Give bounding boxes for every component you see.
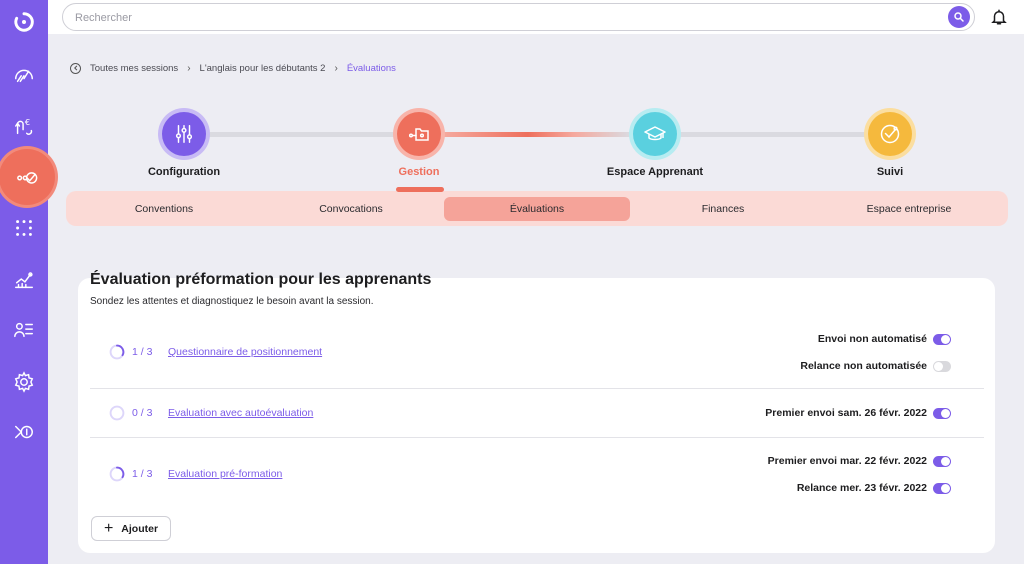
search-input[interactable] (75, 9, 935, 27)
active-step-indicator (396, 187, 444, 192)
back-chevron-icon[interactable] (70, 62, 81, 74)
option-label: Envoi non automatisé (817, 333, 927, 345)
breadcrumb: Toutes mes sessions › L'anglais pour les… (70, 61, 396, 75)
row-divider (90, 388, 984, 389)
step-espace-apprenant[interactable] (629, 108, 681, 160)
option-label: Premier envoi sam. 26 févr. 2022 (765, 407, 927, 419)
app-logo-icon[interactable] (12, 10, 36, 34)
step-label: Configuration (147, 166, 221, 178)
plus-icon: + (103, 519, 114, 537)
breadcrumb-current: Évaluations (346, 62, 396, 74)
section-title: Évaluation préformation pour les apprena… (90, 271, 432, 288)
graduation-cap-icon (644, 126, 666, 141)
grid-dots-icon[interactable] (12, 216, 36, 240)
section-subtitle: Sondez les attentes et diagnostiquez le … (90, 296, 374, 307)
step-label: Espace Apprenant (606, 166, 704, 178)
step-connector (444, 132, 630, 137)
breadcrumb-item-sessions[interactable]: Toutes mes sessions (90, 63, 178, 74)
add-button-label: Ajouter (121, 522, 159, 535)
sliders-icon (175, 125, 193, 143)
tab-evaluations[interactable]: Évaluations (444, 197, 630, 221)
toggle-switch[interactable] (933, 334, 951, 345)
progress-ring (109, 344, 125, 360)
search-bar (62, 3, 975, 31)
tab-espace-entreprise[interactable]: Espace entreprise (816, 197, 1002, 221)
finance-flow-icon[interactable]: € (12, 114, 36, 138)
breadcrumb-separator-icon: › (334, 62, 338, 74)
folder-network-icon (408, 128, 429, 141)
step-connector (208, 132, 394, 137)
evaluation-link[interactable]: Questionnaire de positionnement (168, 346, 322, 358)
response-count: 1 / 3 (132, 468, 153, 480)
response-count: 0 / 3 (132, 407, 153, 419)
step-gestion[interactable] (393, 108, 445, 160)
row-divider (90, 437, 984, 438)
add-evaluation-button[interactable]: + Ajouter (91, 516, 171, 541)
response-count: 1 / 3 (132, 346, 153, 358)
search-icon (954, 12, 964, 22)
step-label: Gestion (398, 166, 440, 178)
option-label: Premier envoi mar. 22 févr. 2022 (767, 455, 927, 467)
evaluation-link[interactable]: Evaluation avec autoévaluation (168, 407, 313, 419)
progress-ring (109, 405, 125, 421)
step-suivi[interactable] (864, 108, 916, 160)
sidebar-item-sessions-active[interactable] (0, 146, 58, 208)
settings-gear-icon[interactable] (12, 370, 36, 394)
notification-bell-icon[interactable] (990, 8, 1008, 26)
breadcrumb-separator-icon: › (187, 62, 191, 74)
breadcrumb-item-course[interactable]: L'anglais pour les débutants 2 (200, 63, 326, 74)
tab-convocations[interactable]: Convocations (258, 197, 444, 221)
billing-coin-icon[interactable] (12, 420, 36, 444)
step-connector (680, 132, 866, 137)
subtab-bar: Conventions Convocations Évaluations Fin… (66, 191, 1008, 226)
evaluation-link[interactable]: Evaluation pré-formation (168, 468, 282, 480)
step-label: Suivi (876, 166, 904, 178)
progress-ring (109, 466, 125, 482)
option-label: Relance non automatisée (800, 360, 927, 372)
svg-text:€: € (25, 117, 30, 127)
toggle-switch[interactable] (933, 361, 951, 372)
toggle-switch[interactable] (933, 456, 951, 467)
tab-finances[interactable]: Finances (630, 197, 816, 221)
toggle-switch[interactable] (933, 483, 951, 494)
option-label: Relance mer. 23 févr. 2022 (796, 482, 927, 494)
check-badge-icon (880, 124, 900, 144)
dashboard-gauge-icon[interactable] (12, 62, 36, 86)
top-bar (48, 0, 1024, 34)
toggle-switch[interactable] (933, 408, 951, 419)
step-configuration[interactable] (158, 108, 210, 160)
sidebar: € (0, 0, 58, 564)
tab-conventions[interactable]: Conventions (71, 197, 257, 221)
analytics-chart-icon[interactable] (12, 268, 36, 292)
search-button[interactable] (948, 6, 970, 28)
users-list-icon[interactable] (12, 318, 36, 342)
